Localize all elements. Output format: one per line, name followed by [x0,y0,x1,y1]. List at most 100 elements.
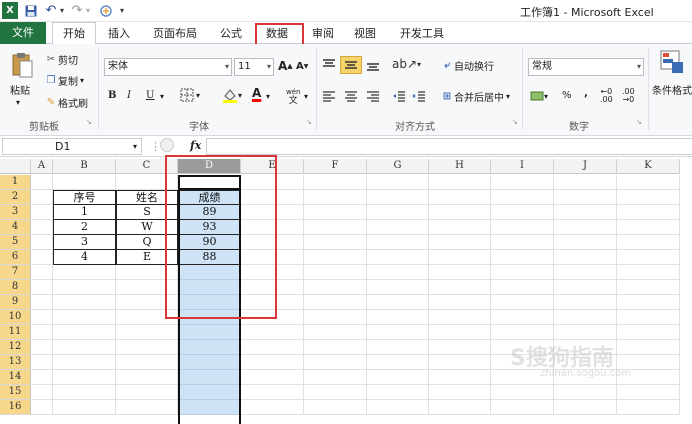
cell-j3[interactable] [554,205,617,220]
row-header[interactable]: 13 [0,355,31,370]
row-header[interactable]: 7 [0,265,31,280]
cell-d11[interactable] [178,325,241,340]
font-size-select[interactable]: 11 ▾ [234,58,274,76]
cell-f15[interactable] [304,385,367,400]
cell-g14[interactable] [367,370,429,385]
cell-a5[interactable] [31,235,53,250]
cell-a9[interactable] [31,295,53,310]
increase-decimal-button[interactable]: ←0.00 [600,88,613,104]
cell-i11[interactable] [491,325,554,340]
cell-g13[interactable] [367,355,429,370]
cell-f4[interactable] [304,220,367,235]
cell-c15[interactable] [116,385,178,400]
cell-b4[interactable]: 2 [53,220,116,235]
cell-b14[interactable] [53,370,116,385]
top-align-icon[interactable] [322,58,336,72]
cell-b10[interactable] [53,310,116,325]
cell-e16[interactable] [241,400,304,415]
customize-toolbar-icon[interactable]: ▾ [118,2,126,19]
format-painter-button[interactable]: ✎ 格式刷 [44,95,88,110]
font-name-select[interactable]: 宋体 ▾ [104,58,232,76]
cell-g3[interactable] [367,205,429,220]
row-header[interactable]: 9 [0,295,31,310]
cell-f2[interactable] [304,190,367,205]
column-header-i[interactable]: I [491,159,554,174]
column-header-g[interactable]: G [367,159,429,174]
cell-k5[interactable] [617,235,680,250]
cell-f10[interactable] [304,310,367,325]
cell-b11[interactable] [53,325,116,340]
cell-a14[interactable] [31,370,53,385]
cell-f14[interactable] [304,370,367,385]
cell-i3[interactable] [491,205,554,220]
cell-k15[interactable] [617,385,680,400]
tab-formulas[interactable]: 公式 [216,25,246,42]
cell-j7[interactable] [554,265,617,280]
cell-i16[interactable] [491,400,554,415]
clipboard-launcher-icon[interactable]: ↘ [86,118,92,126]
cell-d14[interactable] [178,370,241,385]
cell-e14[interactable] [241,370,304,385]
redo-icon[interactable]: ↷ [70,2,84,19]
cell-j9[interactable] [554,295,617,310]
cell-f6[interactable] [304,250,367,265]
row-header[interactable]: 11 [0,325,31,340]
cell-f9[interactable] [304,295,367,310]
cell-k10[interactable] [617,310,680,325]
cell-f3[interactable] [304,205,367,220]
formula-input[interactable] [206,138,692,155]
cell-b5[interactable]: 3 [53,235,116,250]
font-launcher-icon[interactable]: ↘ [306,118,312,126]
column-header-k[interactable]: K [617,159,680,174]
cell-b9[interactable] [53,295,116,310]
cell-a6[interactable] [31,250,53,265]
number-format-select[interactable]: 常规 ▾ [528,58,644,76]
increase-indent-icon[interactable] [412,90,426,102]
cell-i1[interactable] [491,175,554,190]
cell-f16[interactable] [304,400,367,415]
row-header[interactable]: 16 [0,400,31,415]
cell-k9[interactable] [617,295,680,310]
cell-j8[interactable] [554,280,617,295]
save-icon[interactable] [24,2,38,19]
cell-h4[interactable] [429,220,491,235]
cell-k7[interactable] [617,265,680,280]
tab-insert[interactable]: 插入 [104,25,134,42]
cell-e15[interactable] [241,385,304,400]
cell-i5[interactable] [491,235,554,250]
comma-button[interactable]: , [584,88,588,99]
fill-color-icon[interactable]: ▾ [222,87,242,103]
paste-icon[interactable] [8,50,36,80]
cell-f8[interactable] [304,280,367,295]
cell-b6[interactable]: 4 [53,250,116,265]
cell-h11[interactable] [429,325,491,340]
cell-a2[interactable] [31,190,53,205]
cell-f1[interactable] [304,175,367,190]
cell-h15[interactable] [429,385,491,400]
cell-g4[interactable] [367,220,429,235]
cell-h16[interactable] [429,400,491,415]
cell-a16[interactable] [31,400,53,415]
cell-g5[interactable] [367,235,429,250]
cell-k11[interactable] [617,325,680,340]
conditional-format-icon[interactable] [660,50,684,74]
cell-k2[interactable] [617,190,680,205]
cell-b15[interactable] [53,385,116,400]
column-header-f[interactable]: F [304,159,367,174]
tab-home[interactable]: 开始 [52,22,96,45]
cell-g8[interactable] [367,280,429,295]
undo-icon[interactable]: ↶ [44,2,58,19]
cell-g2[interactable] [367,190,429,205]
cell-f7[interactable] [304,265,367,280]
font-color-icon[interactable]: A [252,87,261,99]
number-launcher-icon[interactable]: ↘ [636,118,642,126]
paste-button[interactable]: 粘贴 [10,82,30,97]
cell-j16[interactable] [554,400,617,415]
merge-center-button[interactable]: ⊞ 合并后居中 ▾ [440,89,510,104]
cell-j5[interactable] [554,235,617,250]
cell-b7[interactable] [53,265,116,280]
row-header[interactable]: 1 [0,175,31,190]
accounting-format-icon[interactable]: ▾ [530,90,548,102]
cell-c13[interactable] [116,355,178,370]
cell-g10[interactable] [367,310,429,325]
